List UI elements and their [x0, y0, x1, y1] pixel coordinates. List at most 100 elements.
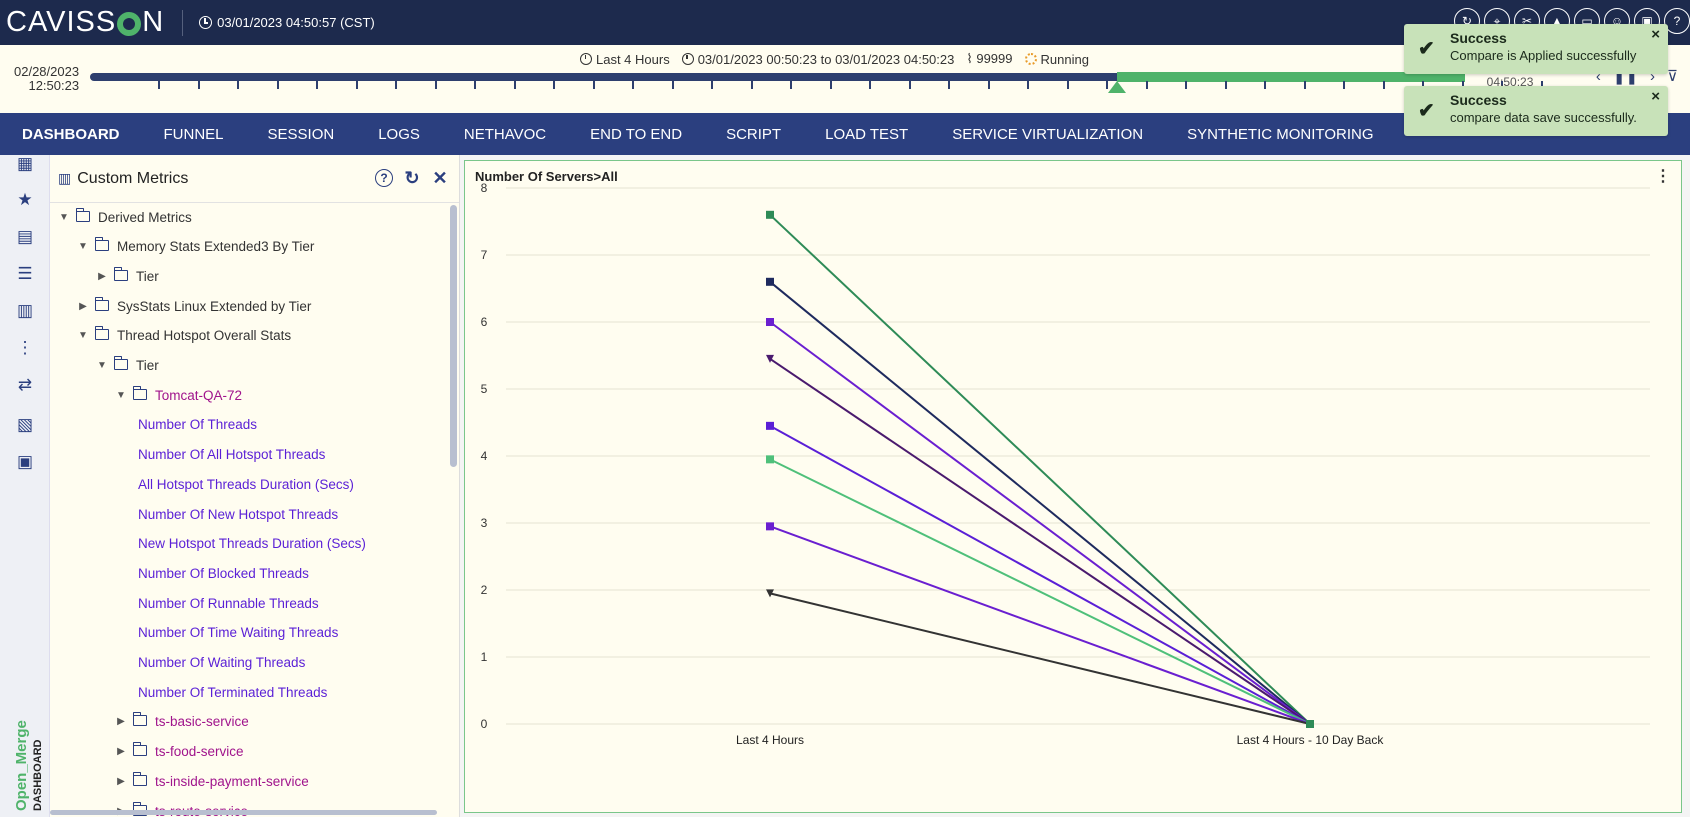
tree-item-label: Tier [136, 358, 159, 373]
timeline-tick [711, 81, 713, 89]
caret-down-icon[interactable]: ▼ [115, 390, 127, 401]
close-icon[interactable]: × [1651, 26, 1660, 43]
tree-folder[interactable]: ▶ ts-basic-service [115, 711, 249, 733]
tree-leaf-metric[interactable]: Number Of Waiting Threads [138, 652, 305, 674]
close-icon[interactable]: ✕ [431, 168, 449, 188]
grid-icon[interactable]: ▦ [15, 155, 35, 173]
nav-item-logs[interactable]: LOGS [378, 126, 420, 143]
nav-item-dashboard[interactable]: DASHBOARD [22, 126, 120, 143]
timeline-tick [1382, 81, 1385, 89]
refresh-icon[interactable]: ↻ [403, 168, 421, 188]
timeline-tick [632, 81, 634, 89]
series-line [769, 525, 1311, 725]
tree-leaf-metric[interactable]: Number Of All Hotspot Threads [138, 444, 325, 466]
caret-right-icon[interactable]: ▶ [115, 746, 127, 757]
spinner-icon [1024, 52, 1037, 65]
compare-icon[interactable]: ⇄ [15, 376, 35, 394]
calendar-icon[interactable]: ▤ [15, 228, 35, 246]
nav-item-synthetic-monitoring[interactable]: SYNTHETIC MONITORING [1187, 126, 1373, 143]
timeline-tick [355, 81, 358, 89]
tree-item-label: Memory Stats Extended3 By Tier [117, 239, 315, 255]
timeline-tick [474, 81, 476, 89]
tree-folder[interactable]: ▶ ts-inside-payment-service [115, 770, 309, 792]
time-range[interactable]: 03/01/2023 00:50:23 to 03/01/2023 04:50:… [681, 51, 954, 67]
timeline-tick [276, 81, 279, 89]
timeline-handle[interactable] [1108, 81, 1126, 93]
tree-folder[interactable]: ▼ Derived Metrics [58, 206, 192, 228]
tree-folder[interactable]: ▼ Thread Hotspot Overall Stats [77, 325, 291, 347]
folder-icon [132, 385, 147, 400]
nav-item-end-to-end[interactable]: END TO END [590, 126, 682, 143]
tree-item-label: Number Of Waiting Threads [138, 655, 306, 670]
folder-icon [94, 326, 109, 341]
timeline-tick [1224, 81, 1227, 89]
close-icon[interactable]: × [1651, 88, 1660, 105]
tree-item-label: ts-inside-payment-service [155, 773, 309, 789]
nav-item-load-test[interactable]: LOAD TEST [825, 126, 908, 143]
help-icon[interactable]: ? [375, 169, 393, 187]
caret-down-icon[interactable]: ▼ [77, 241, 89, 252]
tree-leaf-metric[interactable]: New Hotspot Threads Duration (Secs) [138, 533, 366, 555]
timeline-tick [237, 81, 239, 89]
data-point [766, 318, 774, 326]
tree-leaf-metric[interactable]: Number Of New Hotspot Threads [138, 503, 338, 525]
vertical-scrollbar[interactable] [450, 205, 457, 467]
toast-title: Success [1450, 92, 1507, 108]
tree-item-label: ts-basic-service [155, 714, 249, 730]
tree-folder[interactable]: ▶ SysStats Linux Extended by Tier [77, 295, 311, 317]
timeline-tick [908, 81, 911, 89]
start-time: 12:50:23 [28, 78, 80, 93]
tree-folder[interactable]: ▶ ts-food-service [115, 741, 244, 763]
tree-leaf-metric[interactable]: Number Of Runnable Threads [138, 592, 319, 614]
timeline-tick [790, 81, 792, 89]
tree-folder[interactable]: ▼ Memory Stats Extended3 By Tier [77, 236, 314, 258]
save-icon[interactable]: ▣ [15, 453, 35, 471]
tree-item-label: Thread Hotspot Overall Stats [117, 328, 292, 344]
tree-folder[interactable]: ▼ Tier [96, 355, 159, 377]
nav-item-session[interactable]: SESSION [268, 126, 335, 143]
horizontal-scrollbar[interactable] [50, 810, 437, 815]
nav-item-nethavoc[interactable]: NETHAVOC [464, 126, 546, 143]
logo-text: CAVISS [6, 6, 117, 38]
metrics-icon[interactable]: ▥ [15, 302, 35, 320]
tree-leaf-metric[interactable]: Number Of Terminated Threads [138, 681, 327, 703]
timeline-tick [395, 81, 397, 89]
nav-item-service-virtualization[interactable]: SERVICE VIRTUALIZATION [952, 126, 1143, 143]
range-to-word: to [820, 51, 832, 67]
tree-folder[interactable]: ▼ Tomcat-QA-72 [115, 384, 242, 406]
panel-header: ▥ Custom Metrics ? ↻ ✕ [50, 155, 459, 203]
timeline-tick [1145, 81, 1148, 89]
nav-item-funnel[interactable]: FUNNEL [164, 126, 224, 143]
timeline-tick [1343, 81, 1345, 89]
cavisson-logo[interactable]: CAVISS N [0, 6, 164, 39]
y-tick-label: 1 [481, 650, 488, 664]
server-clock: 03/01/2023 04:50:57 (CST) [199, 15, 375, 30]
folder-icon [132, 771, 147, 786]
document-icon[interactable]: ▧ [15, 416, 35, 434]
y-tick-label: 4 [481, 449, 488, 463]
tree-folder[interactable]: ▶ Tier [96, 265, 159, 287]
nav-item-script[interactable]: SCRIPT [726, 126, 781, 143]
caret-down-icon[interactable]: ▼ [77, 330, 89, 341]
caret-down-icon[interactable]: ▼ [58, 212, 70, 223]
data-point [766, 522, 774, 531]
caret-right-icon[interactable]: ▶ [96, 271, 108, 282]
filter-icon[interactable]: ⊽ [1667, 67, 1678, 85]
tree-leaf-metric[interactable]: Number Of Time Waiting Threads [138, 622, 338, 644]
timeline-ticks [90, 81, 1543, 89]
star-icon[interactable]: ★ [15, 191, 35, 209]
tree-icon[interactable]: ⋮ [15, 339, 35, 357]
caret-down-icon[interactable]: ▼ [96, 360, 108, 371]
preset[interactable]: Last 4 Hours [580, 52, 670, 67]
data-point [766, 277, 774, 286]
folder-icon [94, 237, 109, 252]
tree-leaf-metric[interactable]: Number Of Threads [138, 414, 257, 436]
caret-right-icon[interactable]: ▶ [77, 301, 89, 312]
report-icon[interactable]: ☰ [15, 265, 35, 283]
caret-right-icon[interactable]: ▶ [115, 776, 127, 787]
caret-right-icon[interactable]: ▶ [115, 716, 127, 727]
x-tick-label: Last 4 Hours - 10 Day Back [1237, 733, 1385, 747]
tree-item-label: Derived Metrics [98, 209, 192, 225]
tree-leaf-metric[interactable]: Number Of Blocked Threads [138, 562, 309, 584]
tree-leaf-metric[interactable]: All Hotspot Threads Duration (Secs) [138, 473, 354, 495]
